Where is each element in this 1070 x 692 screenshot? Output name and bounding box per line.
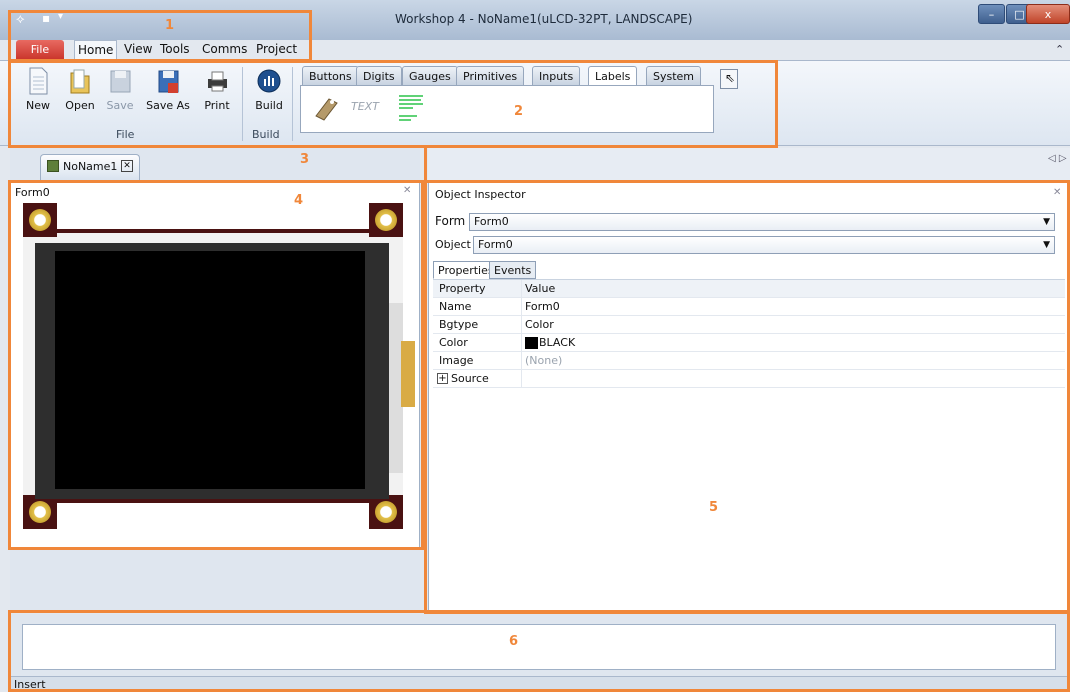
annotation-number-4: 4 [294, 193, 304, 208]
annotation-number-5: 5 [709, 500, 719, 515]
document-tab-label: NoName1 [63, 160, 118, 173]
tab-scroll-arrows-icon[interactable]: ◁ ▷ [1048, 153, 1067, 164]
inspector-header-strip: ◁ ▷ [428, 148, 1070, 180]
annotation-number-6: 6 [509, 634, 519, 649]
collapse-ribbon-icon[interactable]: ⌃ [1055, 43, 1064, 56]
window-title: Workshop 4 - NoName1(uLCD-32PT, LANDSCAP… [395, 12, 693, 26]
designer-empty-area [10, 548, 420, 612]
annotation-box-5 [424, 180, 1070, 614]
document-tab-bar: NoName1 ✕ [10, 148, 420, 180]
annotation-number-1: 1 [165, 18, 175, 33]
annotation-box-2 [8, 60, 778, 148]
close-button[interactable]: x [1026, 4, 1070, 24]
form-file-icon [47, 160, 59, 172]
close-tab-icon[interactable]: ✕ [121, 160, 133, 172]
annotation-number-3: 3 [300, 152, 310, 167]
minimize-button[interactable]: – [978, 4, 1005, 24]
annotation-box-4 [8, 180, 424, 550]
annotation-divider [424, 146, 427, 182]
annotation-box-1 [8, 10, 312, 62]
annotation-number-2: 2 [514, 104, 524, 119]
document-tab[interactable]: NoName1 ✕ [40, 154, 140, 180]
annotation-box-6 [8, 610, 1070, 692]
